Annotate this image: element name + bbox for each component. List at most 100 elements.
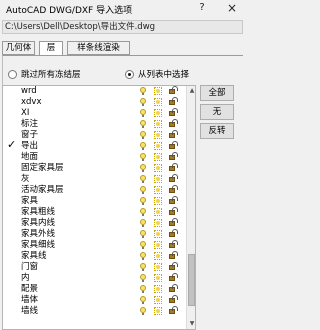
lock-icon[interactable] — [169, 229, 178, 237]
layer-row[interactable]: 窗子 — [3, 130, 185, 140]
layer-row[interactable]: xdvx — [3, 97, 185, 107]
lightbulb-icon[interactable] — [140, 241, 146, 249]
lightbulb-icon[interactable] — [140, 131, 146, 139]
lock-icon[interactable] — [169, 185, 178, 193]
layer-row[interactable]: 配景 — [3, 284, 185, 294]
lightbulb-icon[interactable] — [140, 153, 146, 161]
sun-icon[interactable] — [154, 197, 162, 205]
skip-frozen-radio[interactable] — [8, 69, 17, 79]
layer-row[interactable]: 灰 — [3, 174, 185, 184]
sun-icon[interactable] — [154, 274, 162, 282]
layer-list[interactable]: ▲ ▼ wrd xdvx XI 标注 窗子 ✓ 导出 地面 固定家具层灰活动家具层 家具 家具粗线家… — [2, 85, 196, 330]
layer-row[interactable]: 家具细线 — [3, 240, 185, 250]
lightbulb-icon[interactable] — [140, 274, 146, 282]
layer-row[interactable]: wrd — [3, 86, 185, 96]
close-button[interactable]: × — [224, 1, 240, 15]
scroll-up-arrow-icon[interactable]: ▲ — [188, 87, 195, 95]
layer-row[interactable]: 标注 — [3, 119, 185, 129]
list-scrollbar[interactable]: ▲ ▼ — [186, 86, 195, 329]
lock-icon[interactable] — [169, 218, 178, 226]
lightbulb-icon[interactable] — [140, 263, 146, 271]
lock-icon[interactable] — [169, 295, 178, 303]
lightbulb-icon[interactable] — [140, 197, 146, 205]
select-from-list-option[interactable]: 从列表中选择 — [125, 68, 189, 80]
lightbulb-icon[interactable] — [140, 109, 146, 117]
lock-icon[interactable] — [169, 240, 178, 248]
sun-icon[interactable] — [154, 175, 162, 183]
lock-icon[interactable] — [169, 152, 178, 160]
layer-row[interactable]: 墙线 — [3, 306, 185, 316]
sun-icon[interactable] — [154, 98, 162, 106]
layer-row[interactable]: 固定家具层 — [3, 163, 185, 173]
skip-frozen-option[interactable]: 跳过所有冻结层 — [8, 68, 81, 80]
lightbulb-icon[interactable] — [140, 186, 146, 194]
lock-icon[interactable] — [169, 163, 178, 171]
lock-icon[interactable] — [169, 284, 178, 292]
lightbulb-icon[interactable] — [140, 98, 146, 106]
sun-icon[interactable] — [154, 153, 162, 161]
tab-spline-rendering[interactable]: 样条线渲染 — [67, 41, 130, 55]
layer-row[interactable]: 地面 — [3, 152, 185, 162]
lock-icon[interactable] — [169, 119, 178, 127]
lightbulb-icon[interactable] — [140, 208, 146, 216]
lock-icon[interactable] — [169, 262, 178, 270]
sun-icon[interactable] — [154, 241, 162, 249]
lock-icon[interactable] — [169, 86, 178, 94]
lock-icon[interactable] — [169, 174, 178, 182]
sun-icon[interactable] — [154, 230, 162, 238]
lightbulb-icon[interactable] — [140, 142, 146, 150]
lock-icon[interactable] — [169, 141, 178, 149]
sun-icon[interactable] — [154, 252, 162, 260]
lock-icon[interactable] — [169, 196, 178, 204]
lock-icon[interactable] — [169, 97, 178, 105]
scroll-down-arrow-icon[interactable]: ▼ — [188, 320, 195, 328]
lock-icon[interactable] — [169, 130, 178, 138]
checkmark-icon[interactable]: ✓ — [7, 139, 16, 151]
sun-icon[interactable] — [154, 142, 162, 150]
select-from-list-radio[interactable] — [125, 69, 134, 79]
layer-row[interactable]: 家具线 — [3, 251, 185, 261]
sun-icon[interactable] — [154, 263, 162, 271]
sun-icon[interactable] — [154, 208, 162, 216]
sun-icon[interactable] — [154, 296, 162, 304]
lock-icon[interactable] — [169, 251, 178, 259]
lightbulb-icon[interactable] — [140, 120, 146, 128]
sun-icon[interactable] — [154, 219, 162, 227]
layer-row[interactable]: 门窗 — [3, 262, 185, 272]
sun-icon[interactable] — [154, 109, 162, 117]
sun-icon[interactable] — [154, 120, 162, 128]
help-button[interactable]: ? — [194, 1, 210, 15]
lightbulb-icon[interactable] — [140, 219, 146, 227]
sun-icon[interactable] — [154, 131, 162, 139]
lightbulb-icon[interactable] — [140, 175, 146, 183]
select-all-button[interactable]: 全部 — [200, 85, 234, 101]
scroll-thumb[interactable] — [188, 254, 195, 306]
lock-icon[interactable] — [169, 306, 178, 314]
lightbulb-icon[interactable] — [140, 252, 146, 260]
layer-row[interactable]: ✓ 导出 — [3, 139, 185, 151]
layer-row[interactable]: 内 — [3, 273, 185, 283]
layer-row[interactable]: 家具粗线 — [3, 207, 185, 217]
tab-layers[interactable]: 层 — [39, 41, 63, 56]
sun-icon[interactable] — [154, 164, 162, 172]
layer-row[interactable]: 家具外线 — [3, 229, 185, 239]
sun-icon[interactable] — [154, 87, 162, 95]
lightbulb-icon[interactable] — [140, 296, 146, 304]
layer-row[interactable]: 活动家具层 — [3, 185, 185, 195]
tab-geometry[interactable]: 几何体 — [2, 41, 35, 55]
lock-icon[interactable] — [169, 108, 178, 116]
invert-selection-button[interactable]: 反转 — [200, 123, 234, 139]
sun-icon[interactable] — [154, 285, 162, 293]
lightbulb-icon[interactable] — [140, 164, 146, 172]
lock-icon[interactable] — [169, 207, 178, 215]
lightbulb-icon[interactable] — [140, 87, 146, 95]
select-none-button[interactable]: 无 — [200, 104, 234, 120]
layer-row[interactable]: 家具内线 — [3, 218, 185, 228]
layer-row[interactable]: XI — [3, 108, 185, 118]
lightbulb-icon[interactable] — [140, 285, 146, 293]
sun-icon[interactable] — [154, 307, 162, 315]
lock-icon[interactable] — [169, 273, 178, 281]
lightbulb-icon[interactable] — [140, 230, 146, 238]
sun-icon[interactable] — [154, 186, 162, 194]
layer-row[interactable]: 家具 — [3, 196, 185, 206]
